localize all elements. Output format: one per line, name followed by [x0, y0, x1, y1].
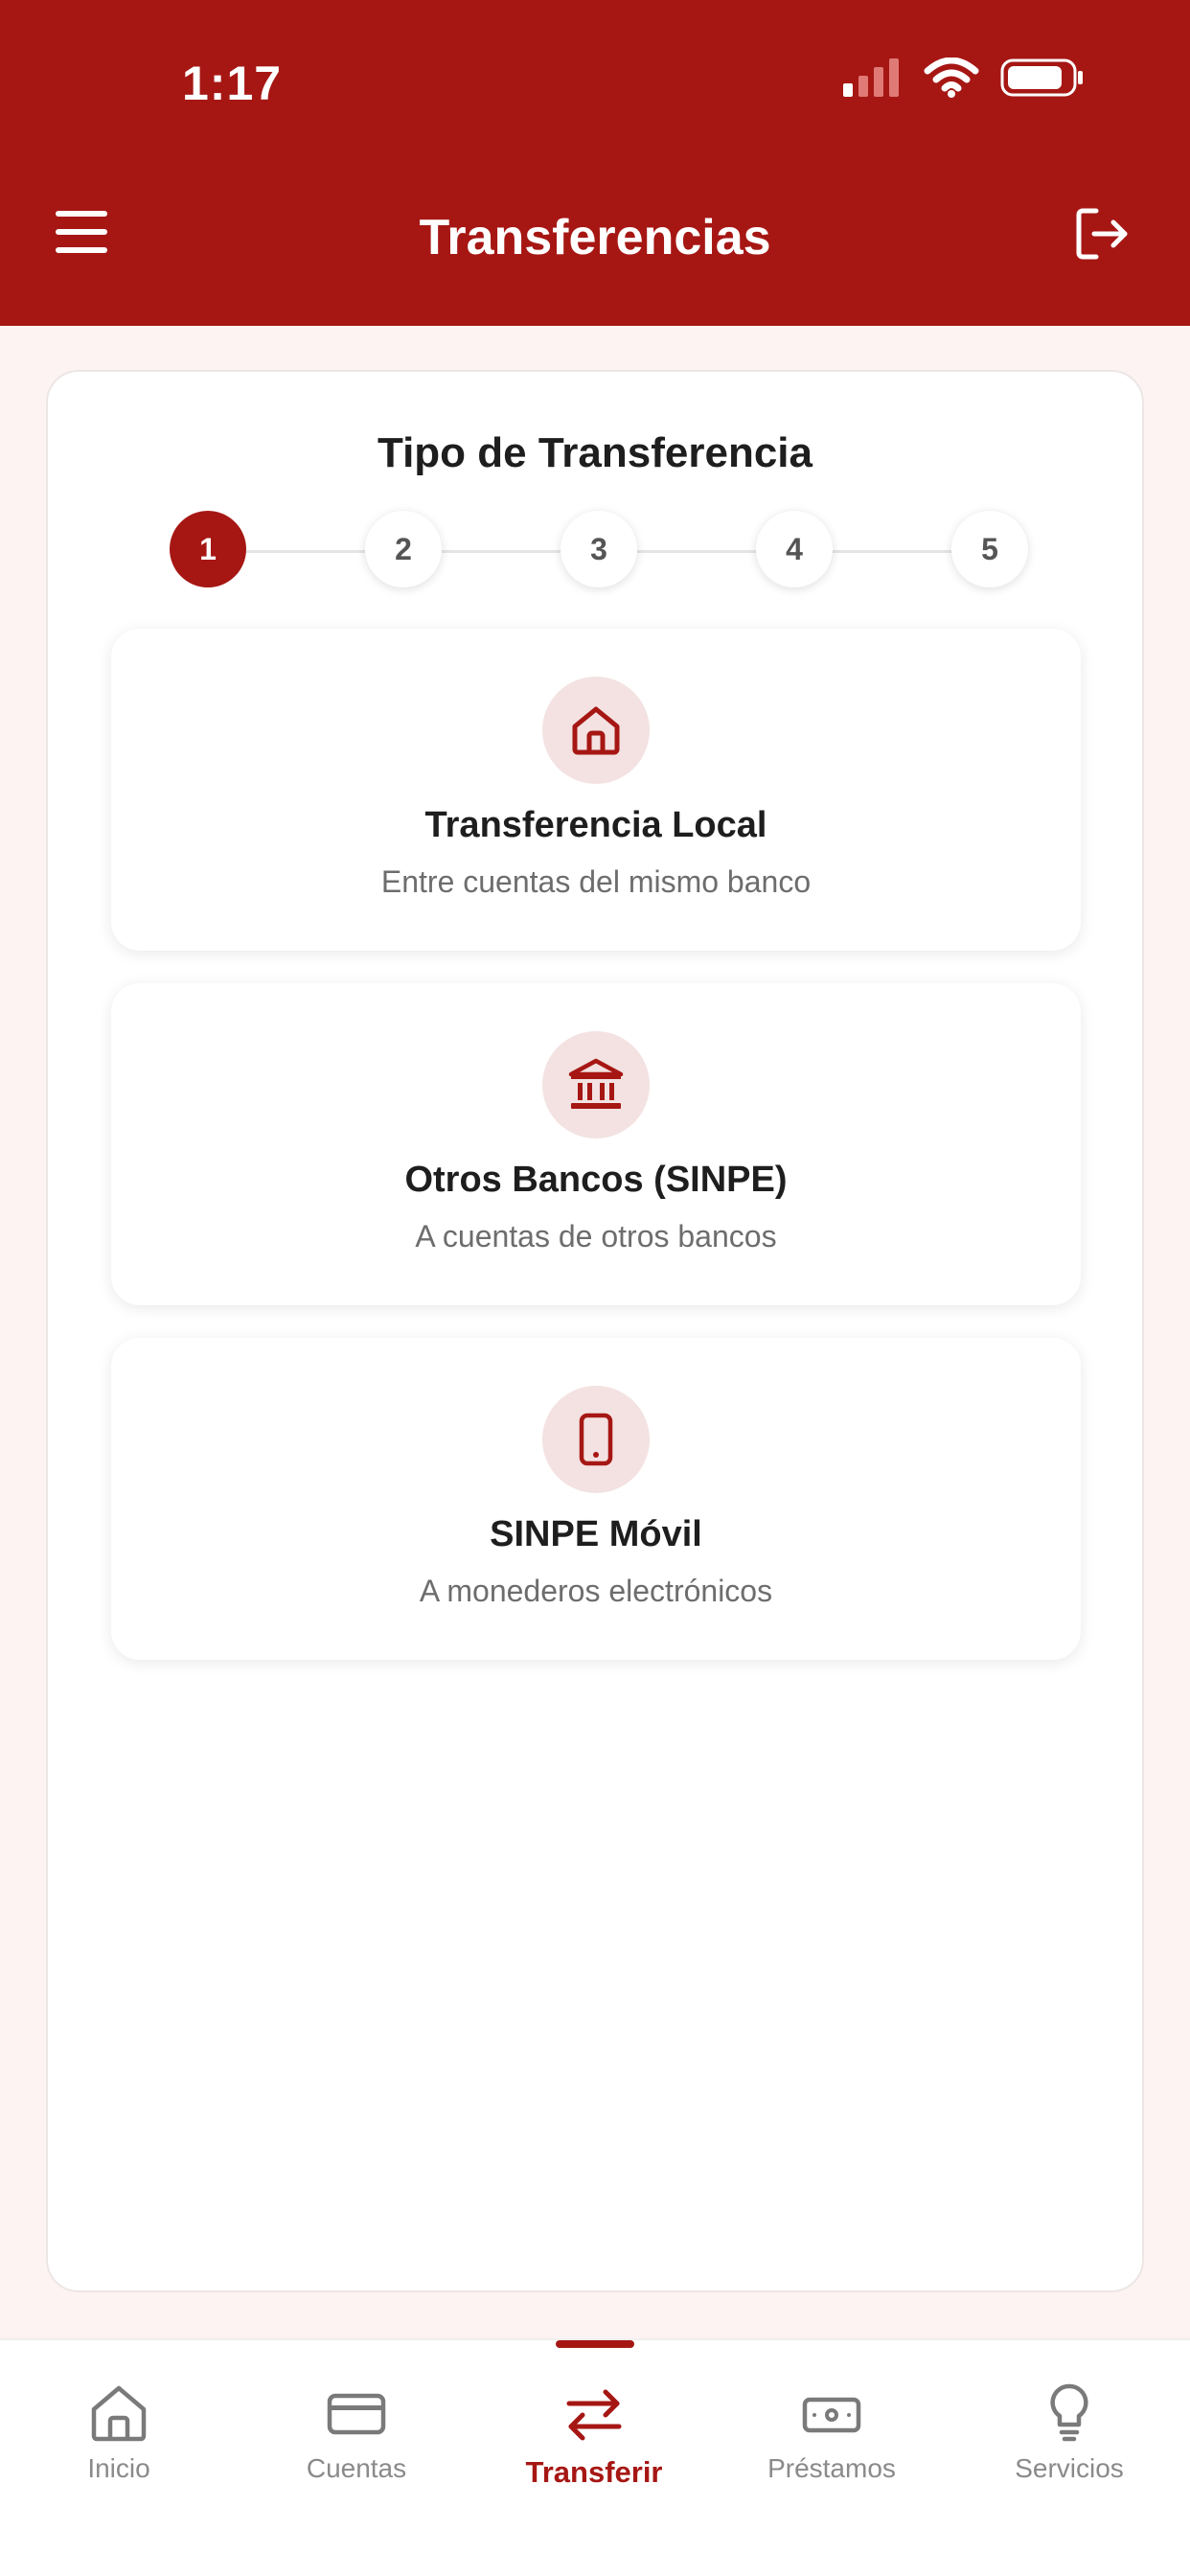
option-title: SINPE Móvil: [490, 1514, 702, 1554]
nav-item-cuentas[interactable]: Cuentas: [238, 2340, 475, 2532]
step-1: 1: [170, 511, 246, 587]
option-local-transfer[interactable]: Transferencia Local Entre cuentas del mi…: [111, 629, 1081, 951]
home-icon: [572, 706, 620, 755]
step-5: 5: [951, 511, 1028, 587]
option-other-banks[interactable]: Otros Bancos (SINPE) A cuentas de otros …: [111, 983, 1081, 1305]
phone-icon: [579, 1413, 613, 1466]
nav-label: Inicio: [87, 2453, 150, 2483]
wifi-icon: [924, 58, 979, 98]
step-4: 4: [756, 511, 833, 587]
cellular-signal-icon: [843, 58, 899, 97]
option-icon-circle: [542, 1386, 650, 1493]
stepper: 1 2 3 4 5: [170, 511, 1028, 591]
transfer-type-panel: Tipo de Transferencia 1 2 3 4 5 Transfer…: [46, 370, 1144, 2292]
step-connector: [246, 550, 365, 553]
step-3: 3: [561, 511, 637, 587]
bottom-nav: Inicio Cuentas Transferir Préstamos Serv…: [0, 2338, 1190, 2576]
app-header: 1:17 Transferencias: [0, 0, 1190, 326]
logout-button[interactable]: [1073, 205, 1140, 272]
nav-label: Cuentas: [306, 2453, 407, 2483]
battery-icon: [1000, 58, 1083, 97]
panel-title: Tipo de Transferencia: [377, 429, 812, 476]
step-connector: [833, 550, 951, 553]
option-icon-circle: [542, 1031, 650, 1138]
status-icons: [843, 58, 1085, 98]
option-icon-circle: [542, 677, 650, 784]
step-2: 2: [365, 511, 442, 587]
transfer-arrows-icon: [566, 2389, 622, 2441]
home-icon: [91, 2385, 147, 2442]
bank-icon: [568, 1058, 624, 1109]
step-connector: [637, 550, 756, 553]
cash-icon: [802, 2397, 861, 2433]
nav-item-transferir[interactable]: Transferir: [475, 2340, 713, 2532]
option-sinpe-movil[interactable]: SINPE Móvil A monederos electrónicos: [111, 1338, 1081, 1660]
nav-label: Transferir: [525, 2455, 663, 2489]
option-subtitle: Entre cuentas del mismo banco: [380, 864, 812, 899]
card-icon: [327, 2393, 386, 2435]
page-title: Transferencias: [419, 210, 771, 265]
nav-item-prestamos[interactable]: Préstamos: [713, 2340, 950, 2532]
logout-icon: [1076, 208, 1128, 260]
option-title: Transferencia Local: [424, 805, 767, 845]
lightbulb-icon: [1050, 2383, 1088, 2442]
nav-label: Servicios: [1015, 2453, 1124, 2483]
nav-label: Préstamos: [767, 2453, 896, 2483]
option-title: Otros Bancos (SINPE): [404, 1160, 788, 1200]
status-time: 1:17: [182, 57, 283, 110]
nav-item-inicio[interactable]: Inicio: [0, 2340, 238, 2532]
step-connector: [442, 550, 561, 553]
option-subtitle: A monederos electrónicos: [419, 1574, 773, 1608]
nav-item-servicios[interactable]: Servicios: [950, 2340, 1188, 2532]
option-subtitle: A cuentas de otros bancos: [415, 1219, 777, 1254]
